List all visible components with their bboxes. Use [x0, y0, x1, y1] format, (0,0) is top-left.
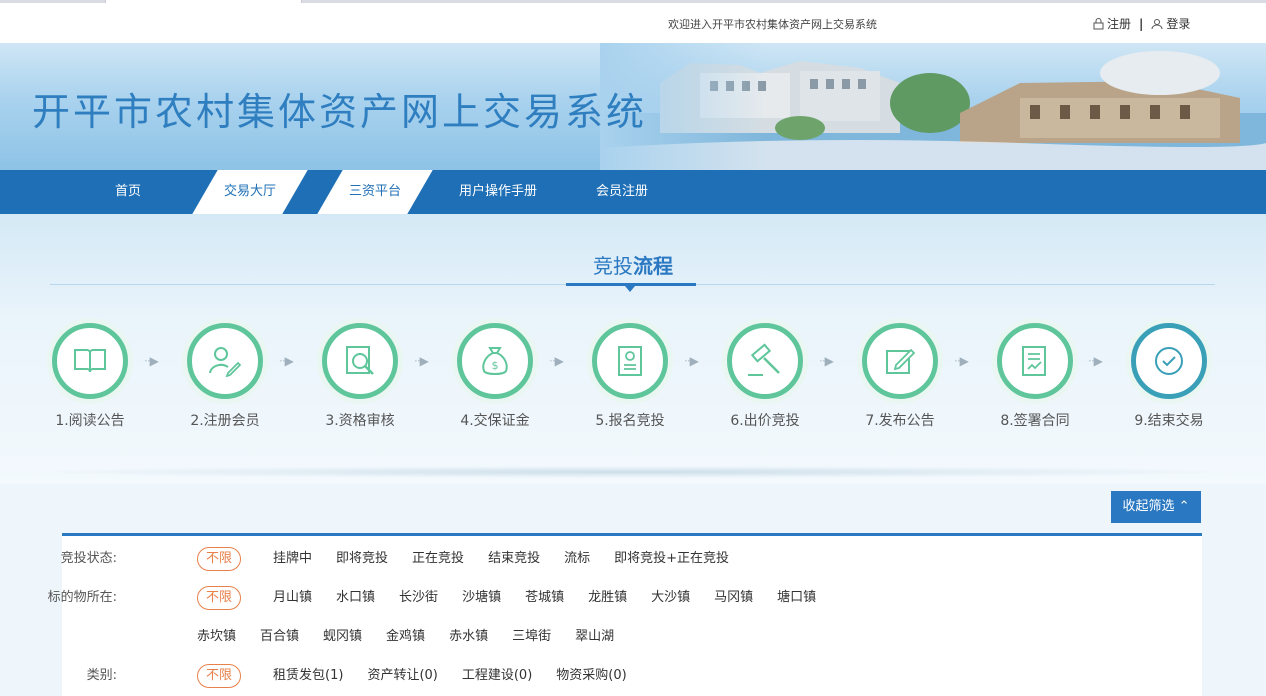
filter-option[interactable]: 塘口镇 — [777, 585, 816, 611]
filter-option[interactable]: 长沙街 — [399, 585, 438, 611]
filter-option[interactable]: 沙塘镇 — [462, 585, 501, 611]
nav-member-register[interactable]: 会员注册 — [580, 170, 664, 214]
nav-sanzi-platform[interactable]: 三资平台 — [335, 170, 415, 214]
filter-option[interactable]: 不限 — [197, 547, 242, 571]
check-circle-icon — [1155, 347, 1183, 375]
step-label: 2.注册会员 — [190, 413, 260, 429]
filter-row-location-2: 赤坎镇 百合镇 蚬冈镇 金鸡镇 赤水镇 三埠街 翠山湖 — [62, 624, 1202, 650]
step-arrow-icon: ··▶ — [684, 354, 699, 368]
document-search-icon — [346, 346, 374, 375]
edit-icon — [886, 348, 916, 374]
filter-label: 竞投状态: — [60, 551, 117, 566]
step-arrow-icon: ··▶ — [819, 354, 834, 368]
collapse-filter-button[interactable]: 收起筛选 ⌃ — [1111, 491, 1201, 523]
id-card-icon — [618, 346, 642, 376]
step-arrow-icon: ··▶ — [144, 354, 159, 368]
step-label: 8.签署合同 — [1000, 413, 1070, 429]
caret-down-icon — [625, 286, 635, 292]
process-heading-bold: 流程 — [633, 254, 673, 278]
filter-option[interactable]: 租赁发包(1) — [273, 663, 343, 689]
filter-option[interactable]: 资产转让(0) — [367, 663, 437, 689]
filter-panel: 竞投状态: 不限 挂牌中 即将竞投 正在竞投 结束竞投 流标 即将竞投+正在竞投 标的物所在… — [48, 533, 1202, 696]
step-qualification-review[interactable] — [317, 318, 403, 404]
filter-option[interactable]: 不限 — [197, 586, 242, 610]
filter-option[interactable]: 物资采购(0) — [556, 663, 626, 689]
step-deposit[interactable]: $ — [452, 318, 538, 404]
step-finish-trade[interactable] — [1126, 318, 1212, 404]
money-bag-icon: $ — [482, 347, 508, 375]
filter-label: 类别: — [86, 668, 117, 683]
bidding-process: 竞投流程 $ ··▶ ··▶ ··▶ ··▶ ··▶ ··▶ ··▶ ··▶ 1… — [0, 214, 1266, 484]
contract-icon — [1022, 346, 1046, 376]
login-link[interactable]: 登录 — [1166, 15, 1190, 32]
step-label: 5.报名竞投 — [595, 413, 665, 429]
filter-option[interactable]: 赤水镇 — [449, 624, 488, 650]
filter-option[interactable]: 马冈镇 — [714, 585, 753, 611]
step-register[interactable] — [182, 318, 268, 404]
banner-scene-image — [600, 43, 1266, 170]
filter-option[interactable]: 正在竞投 — [412, 546, 464, 572]
banner: 开平市农村集体资产网上交易系统 — [0, 43, 1266, 170]
section-shadow — [20, 466, 1246, 478]
step-publish-notice[interactable] — [857, 318, 943, 404]
nav-trading-hall[interactable]: 交易大厅 — [210, 170, 290, 214]
filter-option[interactable]: 赤坎镇 — [197, 624, 236, 650]
step-label: 3.资格审核 — [325, 413, 395, 429]
step-sign-contract[interactable] — [992, 318, 1078, 404]
step-arrow-icon: ··▶ — [279, 354, 294, 368]
filter-option[interactable]: 流标 — [564, 546, 590, 572]
process-heading: 竞投流程 — [0, 250, 1266, 279]
process-heading-prefix: 竞投 — [593, 254, 633, 278]
filter-label: 标的物所在: — [47, 590, 117, 605]
welcome-text: 欢迎进入开平市农村集体资产网上交易系统 — [668, 18, 877, 31]
step-arrow-icon: ··▶ — [1088, 354, 1103, 368]
step-arrow-icon: ··▶ — [954, 354, 969, 368]
filter-option[interactable]: 工程建设(0) — [462, 663, 532, 689]
filter-option[interactable]: 即将竞投+正在竞投 — [614, 546, 729, 572]
filter-row-status: 竞投状态: 不限 挂牌中 即将竞投 正在竞投 结束竞投 流标 即将竞投+正在竞投 — [61, 546, 1202, 572]
filter-option[interactable]: 不限 — [197, 664, 242, 688]
step-place-bid[interactable] — [722, 318, 808, 404]
nav-home[interactable]: 首页 — [100, 170, 156, 214]
lock-icon — [1093, 17, 1104, 29]
filter-option[interactable]: 龙胜镇 — [588, 585, 627, 611]
filter-option[interactable]: 即将竞投 — [336, 546, 388, 572]
filter-row-category: 类别: 不限 租赁发包(1) 资产转让(0) 工程建设(0) 物资采购(0) — [62, 663, 1202, 689]
register-link[interactable]: 注册 — [1107, 15, 1131, 32]
filter-option[interactable]: 百合镇 — [260, 624, 299, 650]
filter-option[interactable]: 结束竞投 — [488, 546, 540, 572]
filter-option[interactable]: 大沙镇 — [651, 585, 690, 611]
filter-option[interactable]: 挂牌中 — [273, 546, 312, 572]
gavel-icon — [748, 343, 780, 376]
filter-option[interactable]: 翠山湖 — [575, 624, 614, 650]
user-edit-icon — [209, 347, 242, 377]
filter-option[interactable]: 三埠街 — [512, 624, 551, 650]
filter-option[interactable]: 蚬冈镇 — [323, 624, 362, 650]
filter-option[interactable]: 月山镇 — [273, 585, 312, 611]
filter-row-location: 标的物所在: 不限 月山镇 水口镇 长沙街 沙塘镇 苍城镇 龙胜镇 大沙镇 马冈镇 塘口镇 — [48, 585, 1202, 611]
step-label: 4.交保证金 — [460, 413, 530, 429]
step-label: 7.发布公告 — [865, 413, 935, 429]
filter-option[interactable]: 水口镇 — [336, 585, 375, 611]
user-icon — [1151, 18, 1163, 29]
top-bar: 欢迎进入开平市农村集体资产网上交易系统 注册 | 登录 — [0, 3, 1266, 43]
step-read-notice[interactable] — [47, 318, 133, 404]
step-label: 6.出价竞投 — [730, 413, 800, 429]
step-label: 9.结束交易 — [1134, 413, 1204, 429]
auth-separator: | — [1139, 16, 1144, 31]
svg-text:$: $ — [492, 359, 499, 372]
auth-links: 注册 | 登录 — [1093, 15, 1190, 32]
step-label: 1.阅读公告 — [55, 413, 125, 429]
step-arrow-icon: ··▶ — [549, 354, 564, 368]
book-icon — [74, 349, 106, 373]
step-arrow-icon: ··▶ — [414, 354, 429, 368]
nav-user-manual[interactable]: 用户操作手册 — [450, 170, 546, 214]
main-nav: 首页 交易大厅 三资平台 用户操作手册 会员注册 — [0, 170, 1266, 214]
filter-option[interactable]: 金鸡镇 — [386, 624, 425, 650]
filter-option[interactable]: 苍城镇 — [525, 585, 564, 611]
system-title: 开平市农村集体资产网上交易系统 — [32, 90, 648, 134]
step-sign-up-bid[interactable] — [587, 318, 673, 404]
